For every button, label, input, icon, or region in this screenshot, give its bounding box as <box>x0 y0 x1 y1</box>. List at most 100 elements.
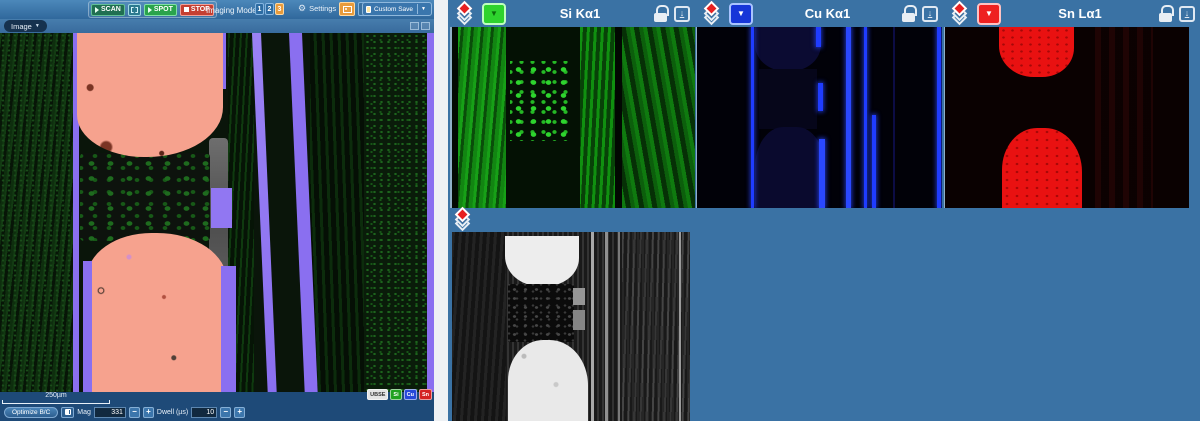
layer-toggle-ubse[interactable]: UBSE <box>367 389 388 400</box>
electron-trace-line <box>605 232 608 421</box>
solder-ball-bottom <box>87 233 227 392</box>
imaging-mode-1-button[interactable]: 1 <box>255 3 264 15</box>
electron-solder-top <box>505 236 579 286</box>
electron-trace-line <box>591 232 594 421</box>
chevron-down-icon: ▼ <box>985 10 993 18</box>
custom-save-label: Custom Save <box>374 6 413 13</box>
cu-trace-line <box>751 27 754 208</box>
acquisition-toolbar: SCAN SPOT STOP Imaging Modes 1 2 3 ⚙ <box>0 0 434 19</box>
layers-icon[interactable] <box>700 2 724 25</box>
lock-icon[interactable] <box>1159 5 1172 22</box>
custom-save-button[interactable]: Custom Save ▼ <box>362 2 432 16</box>
map-header-si: ▼ Si Kα1 ↓ <box>448 0 695 27</box>
divider <box>417 4 418 14</box>
solder-ball-top <box>77 33 223 157</box>
electron-trace-line <box>679 232 681 421</box>
cu-color-dropdown[interactable]: ▼ <box>729 3 753 25</box>
spot-button-label: SPOT <box>154 6 173 13</box>
app-window: SCAN SPOT STOP Imaging Modes 1 2 3 ⚙ <box>0 0 1200 421</box>
play-icon <box>148 7 152 13</box>
si-element-map[interactable] <box>450 27 695 208</box>
map-title-si: Si Kα1 <box>511 6 649 21</box>
sn-color-dropdown[interactable]: ▼ <box>977 3 1001 25</box>
maximize-icon[interactable] <box>421 22 430 30</box>
intermetallic-region <box>80 153 210 241</box>
map-title-cu: Cu Kα1 <box>758 6 897 21</box>
mag-input[interactable] <box>94 407 126 418</box>
si-fiber-band <box>622 27 695 208</box>
image-panel-header: Image ▼ <box>0 19 434 33</box>
lock-icon[interactable] <box>902 5 915 22</box>
play-icon <box>95 7 99 13</box>
settings-label: Settings <box>309 4 336 13</box>
reduced-area-button[interactable] <box>128 4 141 16</box>
download-button[interactable]: ↓ <box>1179 6 1195 22</box>
cu-trace-line <box>893 27 895 208</box>
pcb-fiber-region-right <box>310 33 364 392</box>
si-fiber-band <box>580 27 615 208</box>
dwell-input[interactable] <box>191 407 217 418</box>
scan-button-label: SCAN <box>101 6 121 13</box>
lock-icon[interactable] <box>654 5 667 22</box>
image-type-dropdown[interactable]: Image ▼ <box>4 20 47 32</box>
dwell-decrease-button[interactable]: − <box>220 407 231 418</box>
scan-button[interactable]: SCAN <box>91 4 125 16</box>
popout-icon[interactable] <box>410 22 419 30</box>
sn-solder-ball-bottom <box>1002 128 1082 208</box>
panel-divider <box>434 0 448 421</box>
electron-trace-line <box>618 232 620 421</box>
download-icon: ↓ <box>680 9 685 18</box>
electron-dark-column <box>452 232 506 421</box>
stop-icon <box>184 7 189 12</box>
layered-eds-image[interactable] <box>0 33 434 392</box>
mag-increase-button[interactable]: + <box>143 407 154 418</box>
optimize-bc-button[interactable]: Optimize B/C <box>4 407 58 418</box>
pcb-dotted-fiber-region <box>364 33 428 392</box>
layers-icon[interactable] <box>451 208 475 231</box>
download-icon: ↓ <box>928 9 933 18</box>
electron-gray-bar <box>573 310 585 330</box>
si-fiber-band <box>458 27 506 208</box>
settings-button[interactable]: ⚙ Settings <box>298 4 336 13</box>
cu-faint-solder-bottom <box>755 127 825 208</box>
image-view-button[interactable] <box>339 2 355 16</box>
si-color-dropdown[interactable]: ▼ <box>482 3 506 25</box>
panel-window-controls <box>410 22 430 30</box>
dwell-label: Dwell (µs) <box>157 409 188 416</box>
chevron-down-icon: ▼ <box>737 10 745 18</box>
mag-label: Mag <box>77 409 91 416</box>
download-button[interactable]: ↓ <box>922 6 938 22</box>
spot-button[interactable]: SPOT <box>144 4 177 16</box>
layers-icon[interactable] <box>948 2 972 25</box>
chevron-down-icon: ▼ <box>490 10 498 18</box>
layer-toggle-sn[interactable]: Sn <box>419 389 432 400</box>
cu-trace-line <box>872 115 876 208</box>
cu-element-map[interactable] <box>696 27 942 208</box>
cu-trace-line <box>819 139 825 208</box>
acquisition-controls-row: Optimize B/C Mag − + Dwell (µs) − + <box>4 405 245 419</box>
layers-icon[interactable] <box>453 2 477 25</box>
custom-save-dropdown-arrow[interactable]: ▼ <box>419 6 428 12</box>
dwell-increase-button[interactable]: + <box>234 407 245 418</box>
cu-faint-joint-mid <box>759 69 817 129</box>
layer-toggle-cu[interactable]: Cu <box>404 389 417 400</box>
si-particle-speckles <box>510 61 574 141</box>
imaging-mode-2-button[interactable]: 2 <box>265 3 274 15</box>
auto-contrast-button[interactable] <box>61 407 74 418</box>
layer-toggle-si[interactable]: Si <box>390 389 401 400</box>
gear-icon: ⚙ <box>298 4 306 13</box>
cu-trace-line <box>818 83 823 111</box>
sn-element-map[interactable] <box>944 27 1189 208</box>
scale-bar-label: 250µm <box>0 392 112 399</box>
optimize-bc-label: Optimize B/C <box>12 409 50 416</box>
download-button[interactable]: ↓ <box>674 6 690 22</box>
chevron-down-icon: ▼ <box>35 23 40 29</box>
imaging-mode-3-button[interactable]: 3 <box>275 3 284 15</box>
copper-pad-mid <box>211 188 232 228</box>
electron-image-thumbnail[interactable] <box>452 232 690 421</box>
mag-decrease-button[interactable]: − <box>129 407 140 418</box>
image-controls-bar: 250µm UBSE Si Cu Sn Optimize B/C Mag − +… <box>0 392 434 421</box>
layer-toggle-buttons: UBSE Si Cu Sn <box>367 389 432 400</box>
save-icon <box>366 6 371 13</box>
copper-edge-bottom-left <box>83 261 92 392</box>
